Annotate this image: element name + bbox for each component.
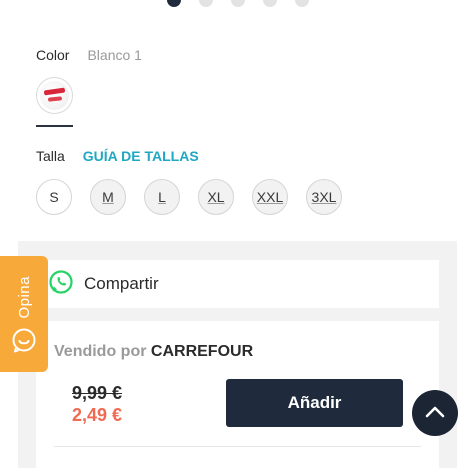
divider [54,446,421,447]
size-label: Talla [36,148,65,164]
share-label: Compartir [84,274,159,293]
size-option-l[interactable]: L [144,179,180,215]
sale-price: 2,49 € [72,405,123,425]
original-price: 9,99 € [72,383,123,403]
color-selector-header: Color Blanco 1 [36,47,142,63]
selected-swatch-indicator [36,125,73,127]
carousel-dot-4[interactable] [262,0,277,7]
size-option-s[interactable]: S [36,179,72,215]
add-to-cart-button[interactable]: Añadir [226,379,403,427]
carousel-pagination [0,0,475,7]
color-swatch-blanco-1[interactable] [36,77,73,114]
carousel-dot-3[interactable] [230,0,245,7]
tshirt-print-thumbnail [40,81,69,110]
selected-color-value: Blanco 1 [87,47,142,63]
chevron-up-icon [424,401,446,426]
carousel-dot-5[interactable] [294,0,309,7]
size-option-m[interactable]: M [90,179,126,215]
color-label: Color [36,47,70,63]
feedback-tab[interactable]: Opina [0,256,48,372]
smile-chat-icon [11,327,37,358]
seller-offer-card: Vendido por CARREFOUR 9,99 € 2,49 € Añad… [36,321,439,468]
carousel-dot-1[interactable] [166,0,181,7]
carousel-dot-2[interactable] [198,0,213,7]
size-guide-link[interactable]: GUÍA DE TALLAS [83,148,199,164]
seller-name[interactable]: CARREFOUR [151,343,253,360]
feedback-label: Opina [15,276,33,319]
seller-prefix: Vendido por [54,343,147,360]
whatsapp-icon [48,269,74,300]
seller-info: Vendido por CARREFOUR [54,343,253,361]
scroll-to-top-button[interactable] [412,390,458,436]
size-option-xl[interactable]: XL [198,179,234,215]
size-selector-header: Talla GUÍA DE TALLAS [36,148,199,164]
share-whatsapp-button[interactable]: Compartir [36,260,439,308]
size-option-3xl[interactable]: 3XL [306,179,342,215]
size-options: S M L XL XXL 3XL [36,179,342,215]
size-option-xxl[interactable]: XXL [252,179,288,215]
